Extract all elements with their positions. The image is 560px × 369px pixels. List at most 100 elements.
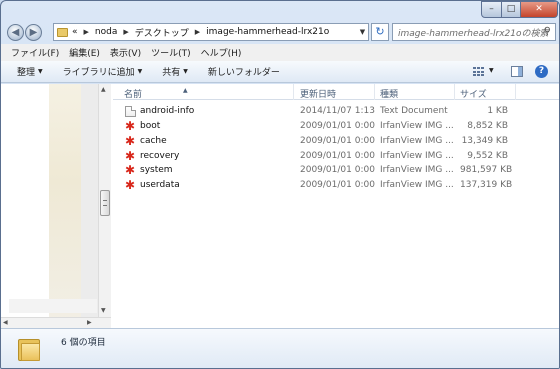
file-row-cache[interactable]: ✱ cache 2009/01/01 0:00 IrfanView IMG ..…	[113, 134, 559, 148]
file-date: 2009/01/01 0:00	[300, 165, 375, 175]
column-date[interactable]: 更新日時	[300, 87, 336, 100]
menu-bar: ファイル(F) 編集(E) 表示(V) ツール(T) ヘルプ(H)	[1, 44, 559, 61]
column-header: ▲ 名前 更新日時 種類 サイズ	[113, 84, 559, 100]
organize-button[interactable]: 整理 ▼	[17, 65, 43, 78]
scroll-up-icon[interactable]: ▲	[101, 86, 106, 93]
blurred-region	[49, 84, 81, 328]
details-pane: 6 個の項目	[1, 328, 559, 368]
view-options-icon[interactable]	[473, 67, 485, 77]
file-row-boot[interactable]: ✱ boot 2009/01/01 0:00 IrfanView IMG ...…	[113, 119, 559, 133]
share-button[interactable]: 共有 ▼	[162, 65, 188, 78]
back-button[interactable]: ◀	[7, 24, 24, 41]
search-icon[interactable]: ⚲	[544, 26, 551, 37]
menu-file[interactable]: ファイル(F)	[11, 46, 59, 59]
file-date: 2014/11/07 1:13	[300, 106, 375, 116]
new-folder-button[interactable]: 新しいフォルダー	[208, 65, 280, 78]
scroll-right-icon[interactable]: ▶	[87, 319, 92, 326]
chevron-right-icon[interactable]: ▶	[195, 28, 200, 36]
folder-icon	[57, 27, 68, 37]
file-size: 9,552 KB	[467, 151, 508, 161]
breadcrumb-current-folder[interactable]: image-hammerhead-lrx21o	[206, 27, 329, 37]
forward-button[interactable]: ▶	[25, 24, 42, 41]
folder-icon	[18, 337, 40, 361]
file-type: IrfanView IMG ...	[380, 151, 454, 161]
item-count: 6 個の項目	[61, 338, 106, 348]
preview-pane-icon[interactable]	[511, 66, 523, 77]
file-date: 2009/01/01 0:00	[300, 151, 375, 161]
address-bar[interactable]: « ▶ noda ▶ デスクトップ ▶ image-hammerhead-lrx…	[53, 23, 369, 41]
file-row-android-info[interactable]: android-info 2014/11/07 1:13 Text Docume…	[113, 104, 559, 118]
new-folder-label: 新しいフォルダー	[207, 68, 280, 78]
file-size: 137,319 KB	[460, 180, 513, 190]
file-type: IrfanView IMG ...	[380, 180, 454, 190]
nav-vertical-scrollbar[interactable]: ▲ ▼	[98, 84, 111, 328]
column-size[interactable]: サイズ	[460, 87, 487, 100]
minimize-button[interactable]: –	[481, 1, 502, 18]
organize-label: 整理	[17, 68, 36, 78]
irfanview-icon: ✱	[125, 163, 136, 177]
file-name: android-info	[140, 106, 195, 116]
file-date: 2009/01/01 0:00	[300, 180, 375, 190]
irfanview-icon: ✱	[125, 119, 136, 133]
file-date: 2009/01/01 0:00	[300, 136, 375, 146]
blurred-region	[9, 299, 97, 313]
file-row-system[interactable]: ✱ system 2009/01/01 0:00 IrfanView IMG .…	[113, 163, 559, 177]
chevron-down-icon: ▼	[38, 68, 43, 75]
refresh-button[interactable]: ↻	[371, 23, 389, 41]
file-name: system	[140, 165, 173, 175]
refresh-icon: ↻	[375, 25, 385, 38]
scrollbar-thumb[interactable]	[100, 190, 110, 216]
breadcrumb-noda[interactable]: noda	[95, 27, 117, 37]
file-type: IrfanView IMG ...	[380, 121, 454, 131]
menu-view[interactable]: 表示(V)	[110, 46, 141, 59]
irfanview-icon: ✱	[125, 149, 136, 163]
scroll-left-icon[interactable]: ◀	[3, 319, 8, 326]
navigation-pane[interactable]: ▲ ▼ ◀ ▶	[1, 84, 111, 328]
irfanview-icon: ✱	[125, 134, 136, 148]
blurred-region	[81, 84, 98, 328]
file-size: 1 KB	[487, 106, 508, 116]
chevron-right-icon[interactable]: ▶	[123, 28, 128, 36]
view-dropdown-icon[interactable]: ▼	[489, 67, 494, 74]
scroll-down-icon[interactable]: ▼	[101, 307, 106, 314]
menu-edit[interactable]: 編集(E)	[69, 46, 100, 59]
file-row-recovery[interactable]: ✱ recovery 2009/01/01 0:00 IrfanView IMG…	[113, 149, 559, 163]
file-row-userdata[interactable]: ✱ userdata 2009/01/01 0:00 IrfanView IMG…	[113, 178, 559, 192]
share-label: 共有	[162, 68, 181, 78]
file-size: 981,597 KB	[460, 165, 513, 175]
irfanview-icon: ✱	[125, 178, 136, 192]
file-size: 8,852 KB	[467, 121, 508, 131]
chevron-down-icon: ▼	[137, 68, 143, 75]
chevron-right-icon[interactable]: ▶	[84, 28, 89, 36]
file-name: cache	[140, 136, 167, 146]
chevron-down-icon: ▼	[183, 68, 188, 75]
breadcrumb-desktop[interactable]: デスクトップ	[135, 26, 189, 39]
add-to-library-label: ライブラリに追加	[62, 68, 135, 78]
file-list: ▲ 名前 更新日時 種類 サイズ android-info 2014/11/07…	[113, 84, 559, 328]
maximize-button[interactable]: □	[501, 1, 521, 18]
sort-arrow-icon: ▲	[183, 87, 188, 94]
file-type: IrfanView IMG ...	[380, 136, 454, 146]
main-area: ▲ ▼ ◀ ▶ ▲ 名前 更新日時 種類 サイズ android-info 20…	[1, 84, 559, 328]
search-placeholder: image-hammerhead-lrx21oの検索	[398, 28, 549, 39]
menu-help[interactable]: ヘルプ(H)	[201, 46, 242, 59]
search-input[interactable]: image-hammerhead-lrx21oの検索 ⚲	[392, 23, 556, 41]
file-type: IrfanView IMG ...	[380, 165, 454, 175]
title-bar: ◀ ▶ « ▶ noda ▶ デスクトップ ▶ image-hammerhead…	[1, 1, 559, 43]
menu-tools[interactable]: ツール(T)	[151, 46, 191, 59]
column-name[interactable]: 名前	[124, 87, 142, 100]
file-size: 13,349 KB	[461, 136, 508, 146]
nav-horizontal-scrollbar[interactable]: ◀ ▶	[1, 317, 111, 328]
help-icon[interactable]: ?	[535, 65, 548, 78]
address-dropdown-icon[interactable]: ▼	[356, 23, 369, 41]
file-name: recovery	[140, 151, 180, 161]
file-name: boot	[140, 121, 161, 131]
close-button[interactable]: ✕	[520, 1, 558, 18]
breadcrumb-overflow[interactable]: «	[72, 27, 78, 37]
add-to-library-button[interactable]: ライブラリに追加 ▼	[63, 65, 143, 78]
text-document-icon	[125, 106, 136, 117]
column-type[interactable]: 種類	[380, 87, 398, 100]
explorer-window: ◀ ▶ « ▶ noda ▶ デスクトップ ▶ image-hammerhead…	[0, 0, 560, 369]
file-date: 2009/01/01 0:00	[300, 121, 375, 131]
file-type: Text Document	[380, 106, 448, 116]
